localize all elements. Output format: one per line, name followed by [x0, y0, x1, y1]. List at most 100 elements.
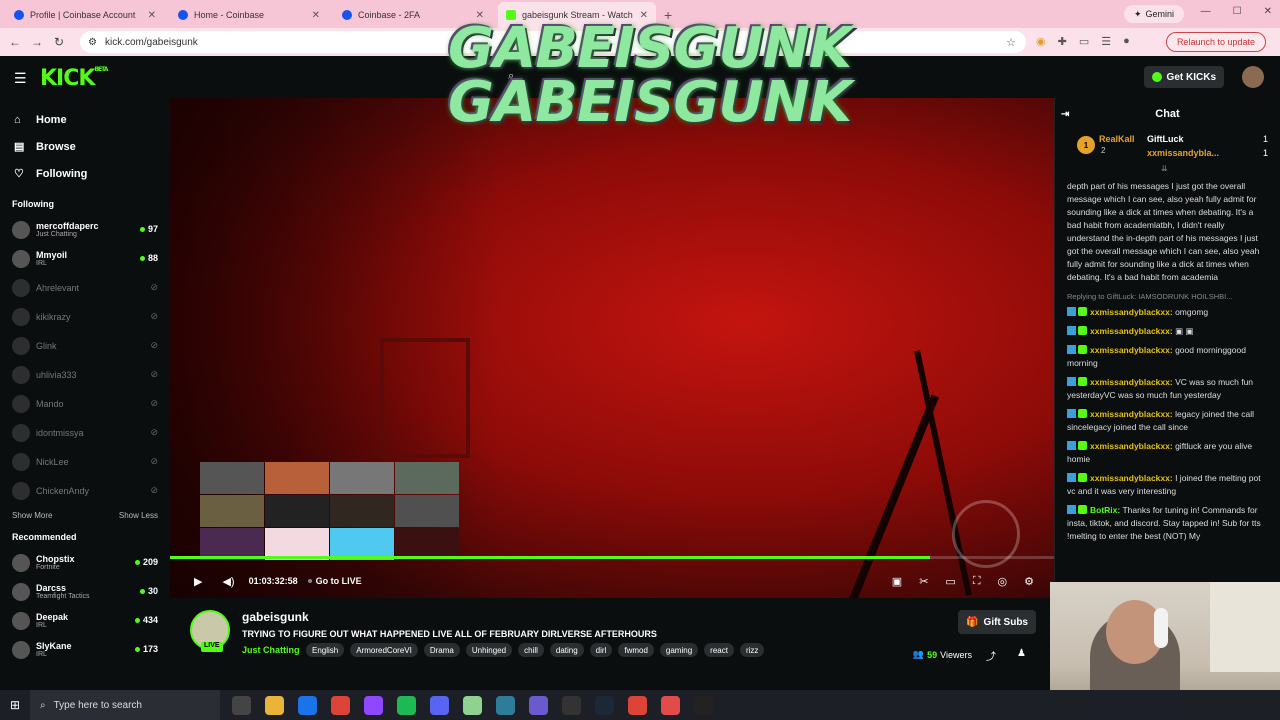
kick-logo[interactable]: KICKBETA — [40, 66, 108, 91]
user-avatar[interactable] — [1242, 66, 1264, 88]
obs-icon[interactable] — [562, 695, 581, 715]
get-kicks-button[interactable]: Get KICKs — [1143, 66, 1224, 88]
pin-icon[interactable]: ⇊ — [1161, 164, 1168, 173]
tag-chip[interactable]: dating — [549, 643, 584, 657]
following-channel[interactable]: idontmissya ⊘ — [0, 418, 170, 447]
following-channel[interactable]: uhlivia333 ⊘ — [0, 360, 170, 389]
cast-icon[interactable]: ▭ — [1079, 35, 1089, 48]
chat-username[interactable]: xxmissandyblackxx: — [1090, 345, 1173, 355]
chat-username[interactable]: xxmissandyblackxx: — [1090, 377, 1173, 387]
following-channel[interactable]: ChickenAndy ⊘ — [0, 476, 170, 505]
play-icon[interactable]: ▶ — [194, 575, 202, 588]
address-bar[interactable]: ⚙ kick.com/gabeisgunk ☆ — [80, 31, 1026, 53]
fullscreen-icon[interactable]: ⛶ — [973, 575, 981, 588]
following-channel[interactable]: Ahrelevant ⊘ — [0, 273, 170, 302]
settings-icon[interactable]: ⚙ — [1024, 575, 1034, 588]
discord-icon[interactable] — [430, 695, 449, 715]
steam-icon[interactable] — [595, 695, 614, 715]
minimize-icon[interactable]: — — [1201, 6, 1211, 17]
tag-chip[interactable]: gaming — [659, 643, 699, 657]
following-channel[interactable]: NickLee ⊘ — [0, 447, 170, 476]
tag-chip[interactable]: rizz — [739, 643, 765, 657]
close-icon[interactable]: ✕ — [476, 10, 484, 21]
reload-icon[interactable]: ↻ — [48, 35, 70, 49]
site-info-icon[interactable]: ⚙ — [88, 37, 97, 48]
following-channel[interactable]: Mmyoil IRL 88 — [0, 244, 170, 273]
windows-start-icon[interactable]: ⊞ — [0, 698, 30, 712]
maximize-icon[interactable]: ☐ — [1233, 6, 1242, 17]
puzzle-icon[interactable]: ✚ — [1058, 35, 1067, 48]
clip-icon[interactable]: ✂ — [919, 575, 928, 588]
recommended-channel[interactable]: Deepak IRL 434 — [0, 606, 170, 635]
outlook-icon[interactable] — [298, 695, 317, 715]
tag-chip[interactable]: fwmod — [618, 643, 654, 657]
tag-chip[interactable]: react — [704, 643, 734, 657]
theater-mode-icon[interactable]: ▭ — [945, 575, 955, 588]
tag-chip[interactable]: Drama — [423, 643, 460, 657]
menu-icon[interactable]: ☰ — [14, 70, 27, 87]
show-less-button[interactable]: Show Less — [119, 511, 158, 520]
close-icon[interactable]: ✕ — [640, 10, 648, 21]
forward-icon[interactable]: → — [26, 35, 48, 49]
browser-tab[interactable]: Coinbase - 2FA ✕ — [334, 2, 492, 28]
gift-subs-button[interactable]: 🎁 Gift Subs — [958, 610, 1036, 634]
nav-following[interactable]: ♡ Following — [0, 160, 170, 187]
chat-username[interactable]: xxmissandyblackxx: — [1090, 326, 1173, 336]
tag-chip[interactable]: chill — [518, 643, 544, 657]
chat-username[interactable]: xxmissandyblackxx: — [1090, 409, 1173, 419]
recommended-channel[interactable]: SlyKane IRL 173 — [0, 635, 170, 664]
app-icon[interactable] — [496, 695, 515, 715]
tag-chip[interactable]: dirl — [589, 643, 613, 657]
chrome-icon[interactable] — [661, 695, 680, 715]
following-channel[interactable]: kikikrazy ⊘ — [0, 302, 170, 331]
show-more-button[interactable]: Show More — [12, 511, 52, 520]
following-channel[interactable]: mercoffdaperc Just Chatting 97 — [0, 215, 170, 244]
notepad-icon[interactable] — [463, 695, 482, 715]
miniplayer-icon[interactable]: ▣ — [892, 575, 902, 588]
back-icon[interactable]: ← — [4, 35, 26, 49]
chrome-icon[interactable] — [331, 695, 350, 715]
volume-icon[interactable]: ◀) — [222, 575, 234, 588]
bookmark-star-icon[interactable]: ☆ — [1006, 36, 1016, 49]
recommended-channel[interactable]: Chopstix Fortnite 209 — [0, 548, 170, 577]
tag-chip[interactable]: English — [306, 643, 345, 657]
recommended-channel[interactable]: Darcss Teamfight Tactics 30 — [0, 577, 170, 606]
go-to-live-button[interactable]: Go to LIVE — [307, 576, 362, 586]
stream-category[interactable]: Just Chatting — [242, 645, 300, 655]
relaunch-button[interactable]: Relaunch to update — [1165, 32, 1266, 52]
nav-browse[interactable]: ▤ Browse — [0, 133, 170, 160]
chat-username[interactable]: xxmissandyblackxx: — [1090, 307, 1173, 317]
follow-icon[interactable]: ♟ — [1017, 648, 1026, 659]
collapse-chat-icon[interactable]: ⇥ — [1061, 109, 1069, 120]
browser-tab-active[interactable]: gabeisgunk Stream - Watch Live ✕ — [498, 2, 656, 28]
browser-tab[interactable]: Home - Coinbase ✕ — [170, 2, 328, 28]
spotify-icon[interactable] — [397, 695, 416, 715]
gifter-name[interactable]: GiftLuck — [1147, 134, 1184, 144]
following-channel[interactable]: Glink ⊘ — [0, 331, 170, 360]
chat-username[interactable]: BotRix: — [1090, 505, 1120, 515]
chrome-icon[interactable] — [628, 695, 647, 715]
close-icon[interactable]: ✕ — [148, 10, 156, 21]
share-icon[interactable]: ⤴ — [986, 648, 996, 663]
top-gifter-name[interactable]: RealKall — [1099, 134, 1135, 144]
chrome-active-icon[interactable] — [529, 695, 548, 715]
streamer-name[interactable]: gabeisgunk — [242, 610, 309, 624]
close-icon[interactable]: ✕ — [312, 10, 320, 21]
nav-home[interactable]: ⌂ Home — [0, 106, 170, 133]
close-window-icon[interactable]: ✕ — [1264, 6, 1272, 17]
profile-icon[interactable]: ● — [1123, 35, 1130, 48]
task-view-icon[interactable] — [232, 695, 251, 715]
twitch-icon[interactable] — [364, 695, 383, 715]
tag-chip[interactable]: Unhinged — [465, 643, 513, 657]
tag-chip[interactable]: ArmoredCoreVI — [350, 643, 418, 657]
reading-list-icon[interactable]: ☰ — [1101, 35, 1111, 48]
chat-username[interactable]: xxmissandyblackxx: — [1090, 473, 1173, 483]
new-tab-button[interactable]: + — [664, 2, 672, 28]
chat-username[interactable]: xxmissandyblackxx: — [1090, 441, 1173, 451]
gifter-name[interactable]: xxmissandybla... — [1147, 148, 1219, 158]
gemini-button[interactable]: ✦ Gemini — [1123, 5, 1184, 23]
video-progress-bar[interactable] — [170, 556, 1054, 559]
search-icon[interactable]: ⌕ — [508, 70, 514, 83]
browser-tab[interactable]: Profile | Coinbase Account ✕ — [6, 2, 164, 28]
following-channel[interactable]: Mando ⊘ — [0, 389, 170, 418]
